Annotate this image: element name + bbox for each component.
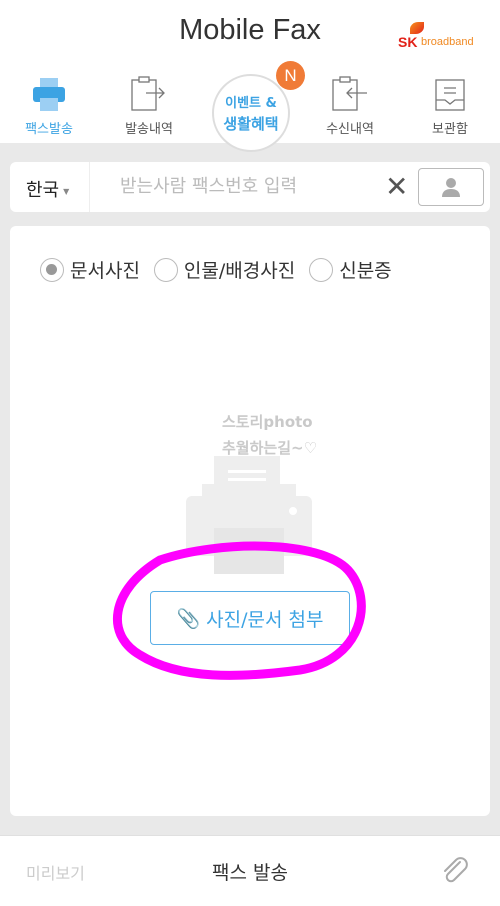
- tab-archive[interactable]: 보관함: [410, 74, 490, 137]
- paperclip-icon: 📎: [176, 607, 201, 630]
- benefits-label: 생활혜택: [223, 115, 279, 133]
- fax-machine-illustration: [186, 456, 312, 574]
- doc-type-group: 문서사진 인물/배경사진 신분증: [40, 256, 406, 283]
- radio-label: 신분증: [339, 260, 392, 282]
- sent-history-icon: [109, 74, 189, 112]
- paperclip-icon[interactable]: [440, 856, 470, 886]
- country-select[interactable]: 한국 ▼: [10, 162, 90, 212]
- radio-document-photo[interactable]: 문서사진: [40, 256, 140, 283]
- new-badge: N: [276, 61, 305, 90]
- watermark-line: 스토리photo: [222, 413, 313, 431]
- fax-number-input[interactable]: [120, 176, 380, 197]
- printer-icon: [9, 74, 89, 112]
- recipient-bar: 한국▼ ✕: [10, 162, 490, 212]
- tab-fax-send[interactable]: 팩스발송: [9, 74, 89, 137]
- attach-photo-document-button[interactable]: 📎 사진/문서 첨부: [150, 591, 350, 645]
- radio-portrait-photo[interactable]: 인물/배경사진: [153, 256, 296, 283]
- caret-down-icon: ▼: [63, 186, 70, 196]
- event-label: 이벤트 &: [225, 96, 277, 111]
- attach-label: 사진/문서 첨부: [206, 608, 324, 631]
- tab-sent-history[interactable]: 발송내역: [109, 74, 189, 137]
- radio-id-card[interactable]: 신분증: [309, 256, 392, 283]
- contacts-button[interactable]: [418, 168, 484, 206]
- country-value: 한국: [26, 180, 60, 201]
- radio-label: 문서사진: [70, 260, 140, 282]
- attach-panel: 문서사진 인물/배경사진 신분증 스토리photo 추월하는길~♡ 📎 사진/문서 …: [10, 226, 490, 816]
- event-benefits-button[interactable]: 이벤트 & 생활혜택: [212, 74, 290, 152]
- clear-icon[interactable]: ✕: [385, 170, 408, 204]
- tab-received-history[interactable]: 수신내역: [310, 74, 390, 137]
- send-fax-button[interactable]: 팩스 발송: [0, 858, 500, 885]
- bottom-bar: 미리보기 팩스 발송: [0, 835, 500, 906]
- archive-icon: [410, 74, 490, 112]
- watermark: 스토리photo 추월하는길~♡: [222, 409, 317, 461]
- sk-broadband-logo: SK broadband: [398, 22, 482, 52]
- received-history-icon: [310, 74, 390, 112]
- person-icon: [442, 178, 460, 197]
- radio-label: 인물/배경사진: [183, 260, 296, 282]
